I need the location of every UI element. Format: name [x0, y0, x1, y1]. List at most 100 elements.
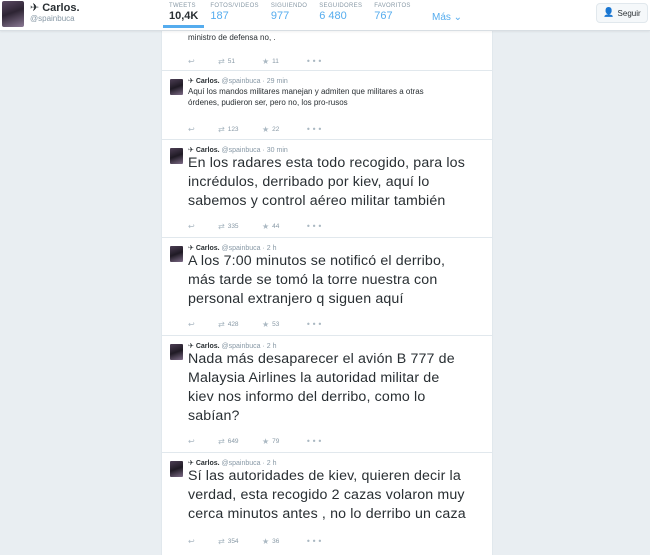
tweet-avatar[interactable]: [170, 246, 183, 262]
star-icon: ★: [262, 222, 270, 231]
tweet-author-name[interactable]: Carlos.: [196, 147, 220, 154]
tweet-author-handle[interactable]: @spainbuca: [222, 78, 261, 85]
profile-name-block: ✈ Carlos. @spainbuca: [30, 1, 80, 23]
favorite-button[interactable]: ★ 44: [262, 222, 306, 231]
more-button[interactable]: •••: [306, 537, 323, 546]
more-button[interactable]: •••: [306, 320, 323, 329]
tweet-actions: ↩ ⇄ 428 ★ 53 •••: [188, 320, 323, 329]
tweet-timestamp[interactable]: 2 h: [267, 343, 277, 350]
tweet-avatar[interactable]: [170, 461, 183, 477]
stat-followers[interactable]: SEGUIDORES 6 480: [313, 0, 368, 28]
plane-icon: ✈: [188, 77, 194, 85]
stat-following[interactable]: SIGUIENDO 977: [265, 0, 313, 28]
stat-photos-videos[interactable]: FOTOS/VIDEOS 187: [204, 0, 265, 28]
stat-value: 977: [270, 10, 290, 22]
tweet-avatar[interactable]: [170, 79, 183, 95]
reply-icon: ↩: [188, 57, 195, 66]
tweet-avatar[interactable]: [170, 344, 183, 360]
more-dropdown[interactable]: Más ⌄: [432, 12, 462, 23]
tweet-header: ✈ Carlos. @spainbuca · 30 min: [188, 146, 288, 154]
tweet-author-name[interactable]: Carlos.: [196, 245, 220, 252]
plane-icon: ✈: [188, 146, 194, 154]
reply-button[interactable]: ↩: [188, 222, 218, 231]
star-icon: ★: [262, 125, 270, 134]
tweet-author-name[interactable]: Carlos.: [196, 460, 220, 467]
reply-button[interactable]: ↩: [188, 57, 218, 66]
more-button[interactable]: •••: [306, 125, 323, 134]
profile-stats: TWEETS 10,4K FOTOS/VIDEOS 187 SIGUIENDO …: [163, 0, 417, 30]
stat-label: TWEETS: [169, 3, 196, 9]
reply-button[interactable]: ↩: [188, 320, 218, 329]
stat-tweets[interactable]: TWEETS 10,4K: [163, 0, 205, 28]
tweet-text: Sí las autoridades de kiev, quieren deci…: [188, 468, 466, 522]
follow-button[interactable]: 👤 Seguir: [596, 3, 648, 23]
favorite-button[interactable]: ★ 36: [262, 537, 306, 546]
tweet[interactable]: ✈ Carlos. @spainbuca · 2 h A los 7:00 mi…: [162, 238, 492, 336]
more-button[interactable]: •••: [306, 57, 323, 66]
retweet-count: 123: [227, 126, 239, 133]
tweet-author-handle[interactable]: @spainbuca: [222, 343, 261, 350]
favorite-count: 79: [272, 438, 280, 445]
tweet-header: ✈ Carlos. @spainbuca · 2 h: [188, 459, 277, 467]
more-button[interactable]: •••: [306, 222, 323, 231]
tweet-author-handle[interactable]: @spainbuca: [222, 460, 261, 467]
tweet[interactable]: ✈ Carlos. @spainbuca · 2 h Nada más desa…: [162, 336, 492, 453]
more-dots-icon: •••: [306, 437, 324, 446]
tweet-author-handle[interactable]: @spainbuca: [222, 147, 261, 154]
retweet-count: 51: [227, 58, 235, 65]
tweet-timestamp[interactable]: 2 h: [267, 460, 277, 467]
favorite-count: 36: [272, 538, 280, 545]
more-dots-icon: •••: [306, 320, 324, 329]
tweet-avatar[interactable]: [170, 148, 183, 164]
tweet[interactable]: ✈ Carlos. @spainbuca · 2 h Sí las autori…: [162, 453, 492, 555]
tweet-timestamp[interactable]: 29 min: [267, 78, 288, 85]
tweet-text: En los radares esta todo recogido, para …: [188, 155, 465, 209]
tweet-text: Nada más desaparecer el avión B 777 de M…: [188, 351, 455, 424]
retweet-icon: ⇄: [218, 222, 225, 231]
favorite-button[interactable]: ★ 79: [262, 437, 306, 446]
tweet-author-handle[interactable]: @spainbuca: [222, 245, 261, 252]
favorite-count: 44: [272, 223, 280, 230]
tweet-timeline: El ministro del interior si conocía que,…: [161, 30, 493, 555]
retweet-button[interactable]: ⇄ 428: [218, 320, 262, 329]
more-dots-icon: •••: [306, 537, 324, 546]
retweet-button[interactable]: ⇄ 649: [218, 437, 262, 446]
reply-button[interactable]: ↩: [188, 537, 218, 546]
tweet-timestamp[interactable]: 30 min: [267, 147, 288, 154]
stat-favorites[interactable]: FAVORITOS 767: [368, 0, 417, 28]
tweet-timestamp[interactable]: 2 h: [267, 245, 277, 252]
tweet-author-name[interactable]: Carlos.: [196, 343, 220, 350]
retweet-count: 649: [227, 438, 239, 445]
profile-name[interactable]: ✈ Carlos.: [30, 1, 80, 14]
star-icon: ★: [262, 537, 270, 546]
retweet-button[interactable]: ⇄ 354: [218, 537, 262, 546]
favorite-button[interactable]: ★ 53: [262, 320, 306, 329]
profile-avatar[interactable]: [2, 1, 24, 27]
add-user-icon: 👤: [603, 8, 615, 18]
plane-icon: ✈: [188, 244, 194, 252]
tweet-header: ✈ Carlos. @spainbuca · 2 h: [188, 244, 277, 252]
retweet-button[interactable]: ⇄ 335: [218, 222, 262, 231]
plane-icon: ✈: [30, 1, 40, 14]
favorite-button[interactable]: ★ 22: [262, 125, 306, 134]
retweet-button[interactable]: ⇄ 123: [218, 125, 262, 134]
retweet-count: 354: [227, 538, 239, 545]
tweet[interactable]: El ministro del interior si conocía que,…: [162, 30, 492, 71]
stat-label: FAVORITOS: [374, 3, 411, 9]
plane-icon: ✈: [188, 459, 194, 467]
reply-button[interactable]: ↩: [188, 125, 218, 134]
reply-icon: ↩: [188, 222, 195, 231]
tweet-text: El ministro del interior si conocía que,…: [188, 30, 433, 42]
stat-value: 187: [210, 10, 229, 22]
retweet-button[interactable]: ⇄ 51: [218, 57, 262, 66]
more-button[interactable]: •••: [306, 437, 323, 446]
tweet-actions: ↩ ⇄ 354 ★ 36 •••: [188, 537, 323, 546]
reply-button[interactable]: ↩: [188, 437, 218, 446]
tweet[interactable]: ✈ Carlos. @spainbuca · 30 min En los rad…: [162, 140, 492, 238]
tweet[interactable]: ✈ Carlos. @spainbuca · 29 min Aquí los m…: [162, 71, 492, 140]
retweet-count: 335: [227, 223, 239, 230]
favorite-count: 22: [272, 126, 280, 133]
retweet-icon: ⇄: [218, 125, 225, 134]
tweet-author-name[interactable]: Carlos.: [196, 78, 220, 85]
favorite-button[interactable]: ★ 11: [262, 57, 306, 66]
